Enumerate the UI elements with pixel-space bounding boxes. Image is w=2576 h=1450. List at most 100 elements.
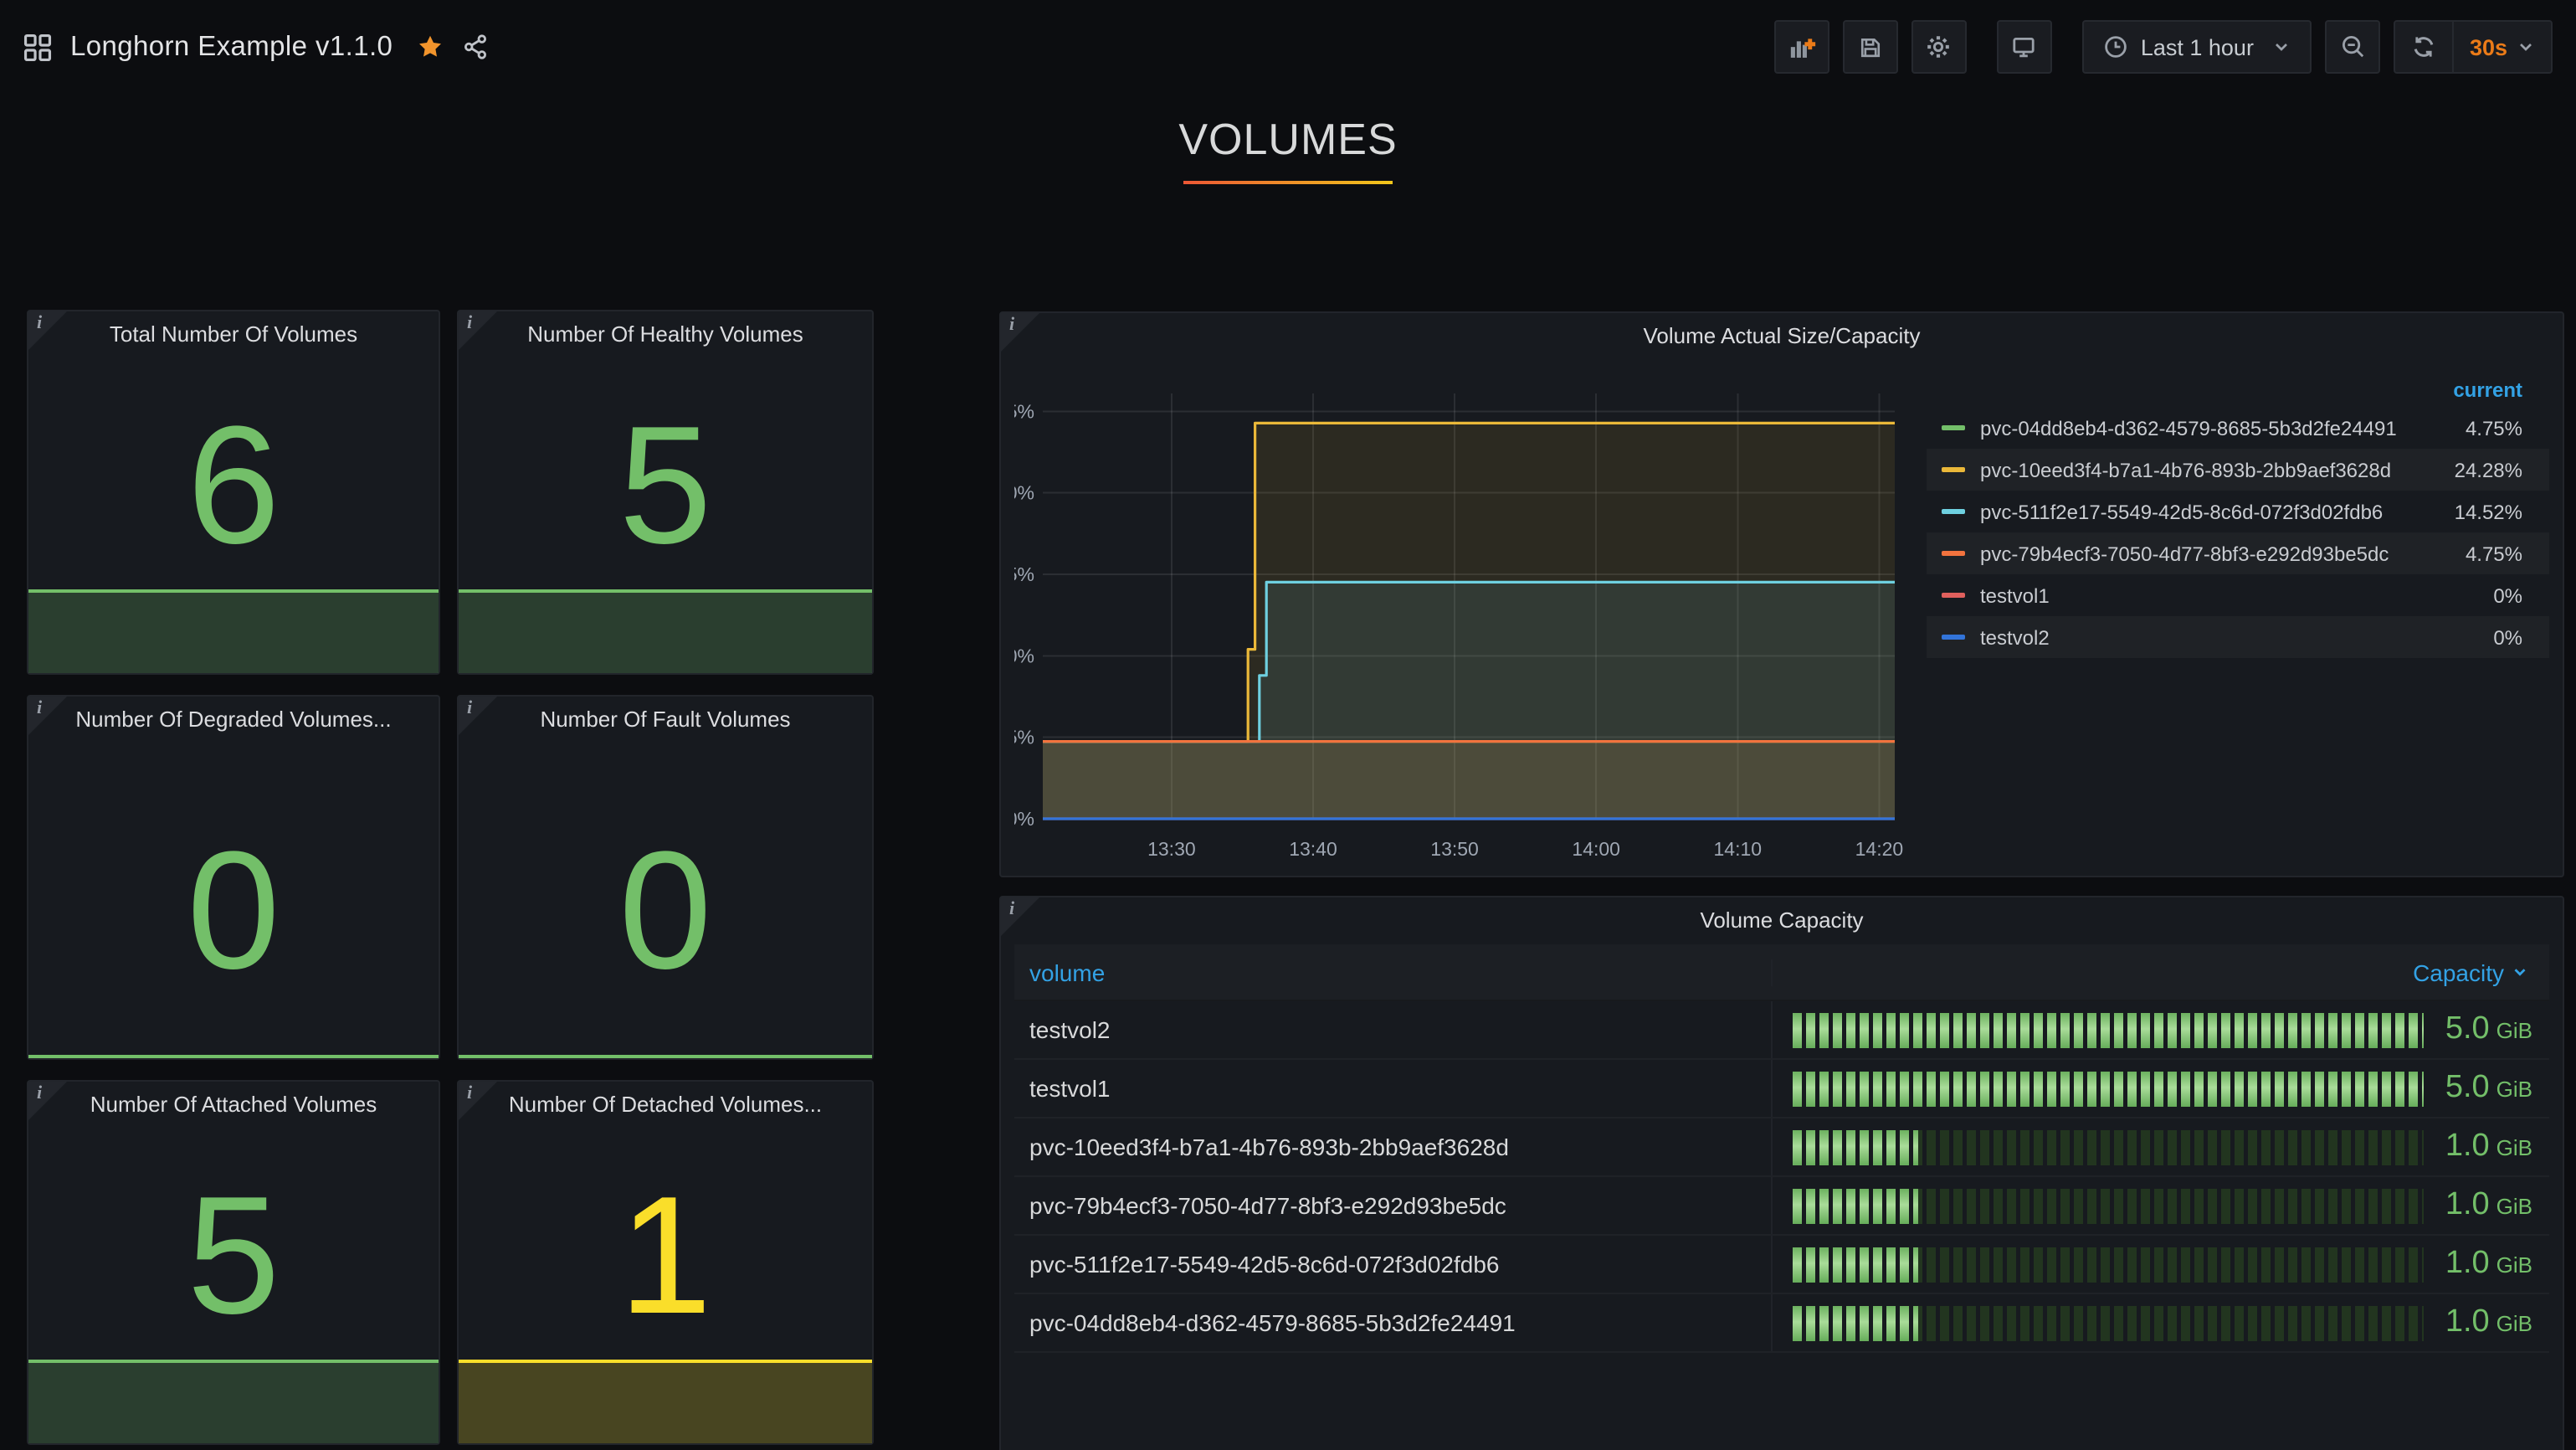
column-header-capacity[interactable]: Capacity	[1773, 959, 2549, 985]
capacity-number: 1.0	[2445, 1246, 2490, 1281]
add-panel-icon	[1788, 33, 1816, 61]
legend-row: testvol10%	[1927, 574, 2549, 616]
time-range-label: Last 1 hour	[2141, 34, 2254, 59]
volume-name-cell: pvc-79b4ecf3-7050-4d77-8bf3-e292d93be5dc	[1014, 1177, 1773, 1234]
navbar: Longhorn Example v1.1.0	[0, 0, 2576, 94]
panel-info-corner[interactable]	[459, 697, 497, 735]
table-row: pvc-511f2e17-5549-42d5-8c6d-072f3d02fdb6…	[1014, 1236, 2549, 1294]
zoom-out-button[interactable]	[2326, 20, 2381, 74]
legend-row: testvol20%	[1927, 616, 2549, 658]
panel-info-corner[interactable]	[28, 697, 67, 735]
capacity-bar-gauge	[1793, 1012, 2424, 1047]
table-panel-title[interactable]: Volume Capacity	[1001, 897, 2563, 944]
svg-text:15%: 15%	[1014, 563, 1034, 585]
panel-info-corner[interactable]	[1001, 897, 1039, 936]
legend-series-name[interactable]: testvol2	[1980, 625, 2493, 649]
legend-series-current: 0%	[2493, 584, 2522, 607]
zoom-out-icon	[2340, 33, 2367, 60]
volume-name-cell: testvol2	[1014, 1001, 1773, 1058]
capacity-bar-gauge	[1793, 1305, 2424, 1340]
stat-panel-5: iNumber Of Detached Volumes...1	[457, 1080, 874, 1445]
sort-desc-icon	[2511, 963, 2529, 981]
settings-icon	[1926, 33, 1953, 60]
legend-series-name[interactable]: pvc-511f2e17-5549-42d5-8c6d-072f3d02fdb6	[1980, 500, 2455, 523]
dashboard-settings-button[interactable]	[1911, 20, 1967, 74]
stat-value: 5	[459, 358, 872, 589]
grafana-dashboard: Longhorn Example v1.1.0	[0, 0, 2576, 1450]
navbar-toolbar: Last 1 hour	[1774, 20, 2553, 74]
legend-series-color	[1942, 510, 1965, 514]
refresh-group: 30s	[2394, 20, 2553, 74]
volume-name-cell: pvc-04dd8eb4-d362-4579-8685-5b3d2fe24491	[1014, 1294, 1773, 1351]
cycle-view-icon	[2011, 33, 2038, 60]
capacity-cell: 5.0GiB	[1773, 1001, 2549, 1058]
gauge-fill	[1793, 1247, 1919, 1282]
stat-panel-title[interactable]: Number Of Detached Volumes...	[459, 1082, 872, 1129]
legend-series-color	[1942, 594, 1965, 598]
info-icon[interactable]: i	[37, 313, 42, 335]
capacity-number: 1.0	[2445, 1129, 2490, 1164]
share-icon[interactable]	[461, 33, 488, 60]
capacity-unit: GiB	[2496, 1018, 2532, 1043]
info-icon[interactable]: i	[1009, 315, 1014, 337]
panel-info-corner[interactable]	[459, 1082, 497, 1120]
stat-panel-title[interactable]: Number Of Degraded Volumes...	[28, 697, 439, 743]
info-icon[interactable]: i	[467, 698, 472, 720]
capacity-bar-gauge	[1793, 1247, 2424, 1282]
svg-text:14:20: 14:20	[1855, 838, 1904, 860]
gauge-fill	[1793, 1305, 1919, 1340]
info-icon[interactable]: i	[37, 698, 42, 720]
info-icon[interactable]: i	[467, 1083, 472, 1105]
table-row: pvc-10eed3f4-b7a1-4b76-893b-2bb9aef3628d…	[1014, 1118, 2549, 1177]
info-icon[interactable]: i	[37, 1083, 42, 1105]
legend-series-name[interactable]: pvc-04dd8eb4-d362-4579-8685-5b3d2fe24491	[1980, 416, 2466, 440]
stat-panel-title[interactable]: Number Of Healthy Volumes	[459, 311, 872, 358]
capacity-cell: 5.0GiB	[1773, 1060, 2549, 1117]
star-icon[interactable]	[416, 33, 443, 60]
time-range-picker[interactable]: Last 1 hour	[2082, 20, 2312, 74]
chart-panel-body: 0%5%10%15%20%25%13:3013:4013:5014:0014:1…	[1014, 360, 2549, 876]
table-row: pvc-04dd8eb4-d362-4579-8685-5b3d2fe24491…	[1014, 1294, 2549, 1353]
volume-name-cell: testvol1	[1014, 1060, 1773, 1117]
row-title-underline	[1183, 181, 1393, 184]
legend-series-name[interactable]: testvol1	[1980, 584, 2493, 607]
refresh-button[interactable]	[2396, 22, 2453, 72]
save-dashboard-button[interactable]	[1843, 20, 1898, 74]
info-icon[interactable]: i	[467, 313, 472, 335]
chart-plot[interactable]: 0%5%10%15%20%25%13:3013:4013:5014:0014:1…	[1014, 360, 1927, 876]
stat-panel-title[interactable]: Number Of Attached Volumes	[28, 1082, 439, 1129]
panel-info-corner[interactable]	[28, 1082, 67, 1120]
capacity-value: 1.0GiB	[2445, 1187, 2532, 1224]
stat-panel-title[interactable]: Total Number Of Volumes	[28, 311, 439, 358]
legend-current-header[interactable]: current	[1927, 373, 2549, 407]
svg-text:0%: 0%	[1014, 808, 1034, 830]
stat-panel-title[interactable]: Number Of Fault Volumes	[459, 697, 872, 743]
gauge-fill	[1793, 1012, 2424, 1047]
capacity-value: 1.0GiB	[2445, 1246, 2532, 1283]
panel-info-corner[interactable]	[28, 311, 67, 350]
legend-row: pvc-10eed3f4-b7a1-4b76-893b-2bb9aef3628d…	[1927, 449, 2549, 491]
cycle-view-button[interactable]	[1997, 20, 2052, 74]
svg-text:20%: 20%	[1014, 482, 1034, 504]
legend-series-name[interactable]: pvc-10eed3f4-b7a1-4b76-893b-2bb9aef3628d	[1980, 458, 2455, 481]
svg-text:10%: 10%	[1014, 645, 1034, 666]
legend-series-name[interactable]: pvc-79b4ecf3-7050-4d77-8bf3-e292d93be5dc	[1980, 542, 2466, 565]
save-icon	[1858, 34, 1883, 59]
clock-icon	[2102, 33, 2129, 60]
volume-name-cell: pvc-511f2e17-5549-42d5-8c6d-072f3d02fdb6	[1014, 1236, 1773, 1293]
capacity-unit: GiB	[2496, 1077, 2532, 1102]
stat-sparkline	[459, 589, 872, 673]
panel-info-corner[interactable]	[459, 311, 497, 350]
legend-rows: pvc-04dd8eb4-d362-4579-8685-5b3d2fe24491…	[1927, 407, 2549, 658]
panel-info-corner[interactable]	[1001, 313, 1039, 352]
legend-series-color	[1942, 468, 1965, 472]
add-panel-button[interactable]	[1774, 20, 1829, 74]
refresh-interval-picker[interactable]: 30s	[2453, 22, 2551, 72]
legend-series-current: 24.28%	[2455, 458, 2522, 481]
column-header-volume[interactable]: volume	[1014, 959, 1773, 985]
dashboard-grid-icon[interactable]	[23, 33, 52, 61]
capacity-value: 5.0GiB	[2445, 1070, 2532, 1107]
info-icon[interactable]: i	[1009, 899, 1014, 921]
stat-panel-1: iNumber Of Healthy Volumes5	[457, 310, 874, 675]
chart-panel-title[interactable]: Volume Actual Size/Capacity	[1001, 313, 2563, 360]
